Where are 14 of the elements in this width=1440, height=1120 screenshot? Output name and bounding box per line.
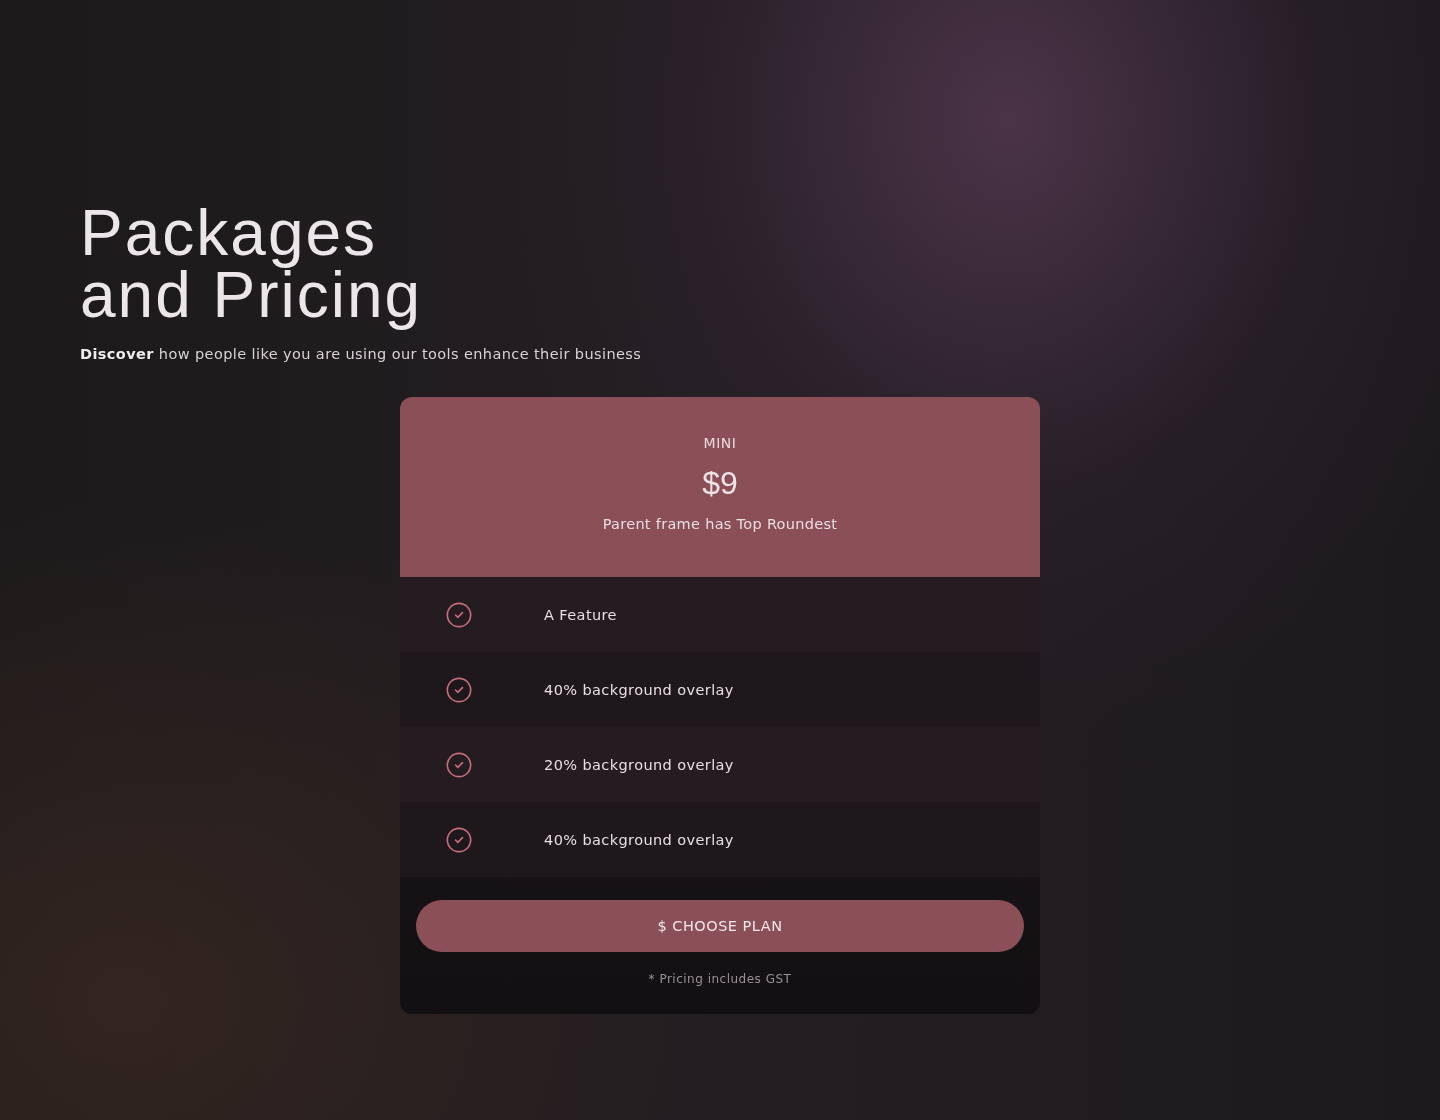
check-circle-icon <box>445 675 473 704</box>
plan-note: Parent frame has Top Roundest <box>602 516 838 532</box>
choose-plan-button[interactable]: $ CHOOSE PLAN <box>416 900 1024 952</box>
plan-name: MINI <box>703 435 737 451</box>
feature-text: 40% background overlay <box>544 831 734 848</box>
check-circle-icon <box>445 600 473 629</box>
check-circle-icon <box>445 825 473 854</box>
plan-price: $9 <box>702 465 738 502</box>
check-circle-icon <box>445 750 473 779</box>
footnote: * Pricing includes GST <box>648 972 792 986</box>
feature-text: 40% background overlay <box>544 681 734 698</box>
subtitle: Discover how people like you are using our tools enhance their business <box>80 346 642 362</box>
feature-text: 20% background overlay <box>544 756 734 773</box>
feature-text: A Feature <box>544 606 617 623</box>
